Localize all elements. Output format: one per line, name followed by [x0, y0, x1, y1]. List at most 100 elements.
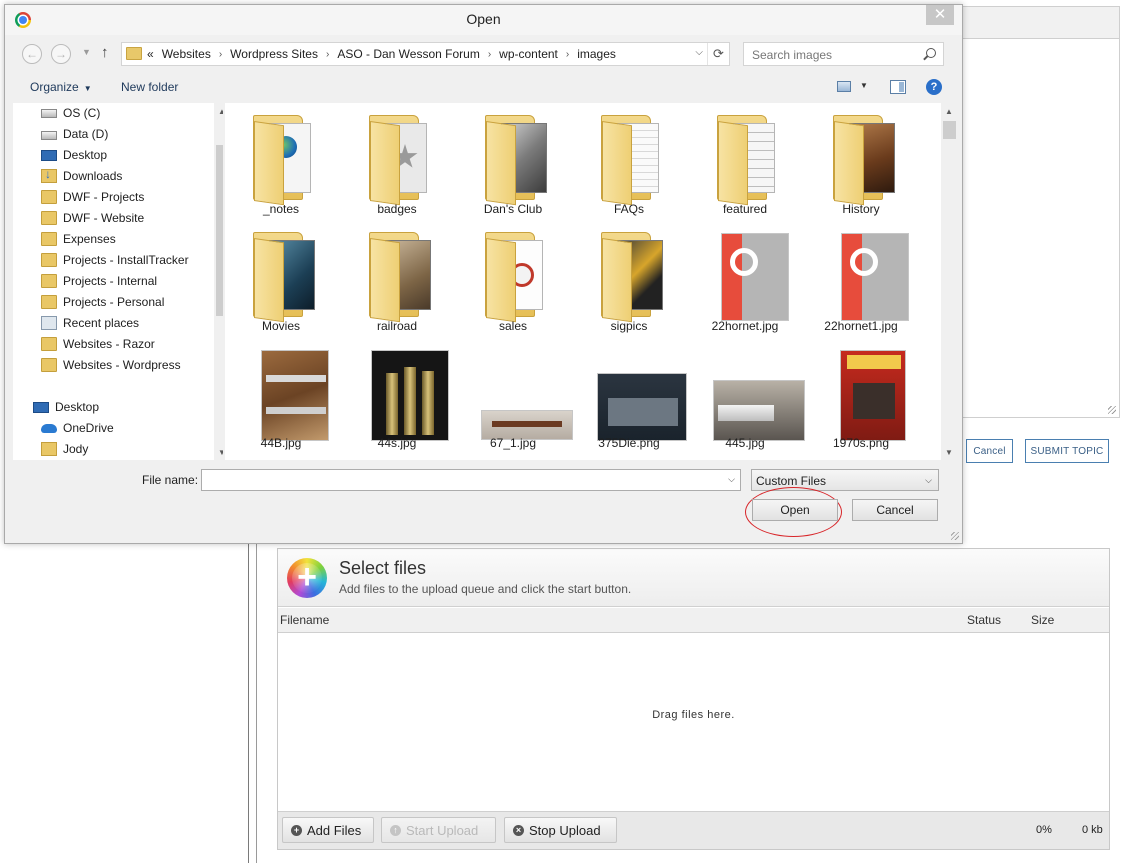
folder-icon — [457, 105, 569, 206]
organize-menu[interactable]: Organize ▼ — [30, 80, 92, 94]
nav-item-desktop-root[interactable]: Desktop — [33, 397, 99, 417]
nav-item-websites-wordpress[interactable]: Websites - Wordpress — [41, 355, 181, 375]
divider — [248, 540, 249, 863]
nav-item-onedrive[interactable]: OneDrive — [41, 418, 114, 438]
search-placeholder: Search images — [752, 48, 833, 62]
breadcrumb-wp-content[interactable]: wp-content — [499, 47, 558, 61]
new-folder-button[interactable]: New folder — [121, 80, 178, 94]
view-options-caret-icon[interactable]: ▼ — [860, 81, 868, 90]
breadcrumb-separator[interactable]: › — [566, 49, 569, 60]
scroll-down-icon[interactable]: ▼ — [218, 448, 223, 457]
up-button[interactable]: ↑ — [101, 44, 109, 61]
chevron-down-icon[interactable]: ⌵ — [728, 474, 735, 485]
breadcrumb-aso-forum[interactable]: ASO - Dan Wesson Forum — [337, 47, 480, 61]
breadcrumb-separator[interactable]: › — [219, 49, 222, 60]
file-item-featured[interactable]: featured — [689, 105, 801, 220]
open-button[interactable]: Open — [752, 499, 838, 521]
scroll-down-icon[interactable]: ▼ — [945, 448, 953, 457]
nav-item-projects-internal[interactable]: Projects - Internal — [41, 271, 157, 291]
file-item-sigpics[interactable]: sigpics — [573, 222, 685, 337]
resize-grip-icon[interactable] — [1108, 406, 1116, 414]
nav-item-recent-places[interactable]: Recent places — [41, 313, 139, 333]
forward-button[interactable]: → — [51, 44, 71, 64]
breadcrumb-websites[interactable]: Websites — [162, 47, 211, 61]
file-item-sales[interactable]: sales — [457, 222, 569, 337]
file-item-22hornet1[interactable]: 22hornet1.jpg — [805, 222, 917, 337]
file-item-1970s[interactable]: 1970s.png — [805, 339, 917, 454]
file-item-22hornet[interactable]: 22hornet.jpg — [689, 222, 801, 337]
file-item-dans-club[interactable]: Dan's Club — [457, 105, 569, 220]
downloads-icon — [41, 167, 57, 183]
resize-grip-icon[interactable] — [951, 532, 959, 540]
scroll-up-icon[interactable]: ▲ — [945, 107, 953, 116]
column-filename: Filename — [280, 613, 330, 627]
nav-item-expenses[interactable]: Expenses — [41, 229, 116, 249]
folder-icon — [225, 222, 337, 323]
breadcrumb-separator[interactable]: › — [326, 49, 329, 60]
nav-item-websites-razor[interactable]: Websites - Razor — [41, 334, 155, 354]
refresh-icon[interactable]: ⟳ — [707, 43, 729, 65]
search-input[interactable]: Search images — [743, 42, 944, 66]
close-button[interactable]: ✕ — [926, 5, 954, 25]
file-item-notes[interactable]: _notes — [225, 105, 337, 220]
nav-item-data-d[interactable]: Data (D) — [41, 124, 108, 144]
breadcrumb-overflow[interactable]: « — [147, 47, 154, 61]
nav-item-dwf-website[interactable]: DWF - Website — [41, 208, 144, 228]
search-icon[interactable] — [926, 48, 936, 58]
scroll-thumb[interactable] — [943, 121, 956, 139]
file-item-badges[interactable]: badges — [341, 105, 453, 220]
nav-item-dwf-projects[interactable]: DWF - Projects — [41, 187, 144, 207]
nav-item-projects-installtracker[interactable]: Projects - InstallTracker — [41, 250, 189, 270]
file-item-44s[interactable]: 44s.jpg — [341, 339, 453, 454]
file-name-input[interactable]: ⌵ — [201, 469, 741, 491]
add-files-icon[interactable]: + — [287, 558, 327, 598]
folder-icon — [41, 337, 57, 351]
back-button[interactable]: ← — [22, 44, 42, 64]
file-item-67-1[interactable]: 67_1.jpg — [457, 339, 573, 454]
file-item-faqs[interactable]: FAQs — [573, 105, 685, 220]
file-item-44b[interactable]: 44B.jpg — [225, 339, 337, 454]
nav-item-downloads[interactable]: Downloads — [41, 166, 122, 186]
drive-icon — [41, 131, 57, 140]
uploader-header: + Select files Add files to the upload q… — [278, 549, 1109, 607]
topic-editor[interactable] — [962, 6, 1120, 418]
scroll-thumb[interactable] — [216, 145, 223, 316]
file-item-375die[interactable]: 375Die.png — [573, 339, 687, 454]
address-bar[interactable]: « Websites › Wordpress Sites › ASO - Dan… — [121, 42, 730, 66]
add-files-button[interactable]: + Add Files — [282, 817, 374, 843]
start-upload-label: Start Upload — [406, 822, 479, 838]
stop-upload-button[interactable]: × Stop Upload — [504, 817, 617, 843]
file-list-scrollbar[interactable]: ▲ ▼ — [941, 103, 958, 460]
nav-item-desktop[interactable]: Desktop — [41, 145, 107, 165]
file-uploader: + Select files Add files to the upload q… — [277, 548, 1110, 850]
file-item-movies[interactable]: Movies — [225, 222, 337, 337]
nav-item-jody[interactable]: Jody — [41, 439, 88, 459]
file-item-445[interactable]: 445.jpg — [689, 339, 805, 454]
scroll-up-icon[interactable]: ▲ — [218, 107, 223, 116]
address-dropdown-icon[interactable]: ⌵ — [695, 47, 703, 58]
breadcrumb-wordpress-sites[interactable]: Wordpress Sites — [230, 47, 318, 61]
nav-item-os-c[interactable]: OS (C) — [41, 103, 100, 123]
dialog-title: Open — [466, 11, 501, 27]
folder-icon — [41, 358, 57, 372]
dialog-title-bar[interactable]: Open ✕ — [5, 5, 962, 35]
nav-item-projects-personal[interactable]: Projects - Personal — [41, 292, 164, 312]
navigation-bar: ← → ▼ ↑ « Websites › Wordpress Sites › A… — [5, 39, 962, 67]
breadcrumb-images[interactable]: images — [577, 47, 616, 61]
change-view-icon[interactable] — [837, 81, 851, 92]
breadcrumb-separator[interactable]: › — [488, 49, 491, 60]
submit-topic-button[interactable]: SUBMIT TOPIC — [1025, 439, 1109, 463]
recent-locations-button[interactable]: ▼ — [82, 47, 91, 57]
start-upload-button[interactable]: ↑ Start Upload — [381, 817, 496, 843]
nav-scrollbar[interactable]: ▲ ▼ — [214, 103, 223, 460]
help-icon[interactable]: ? — [926, 79, 942, 95]
file-item-railroad[interactable]: railroad — [341, 222, 453, 337]
drop-zone-text[interactable]: Drag files here. — [278, 709, 1109, 721]
cancel-topic-button[interactable]: Cancel — [966, 439, 1013, 463]
preview-pane-icon[interactable] — [890, 80, 906, 94]
folder-icon — [41, 211, 57, 225]
file-item-history[interactable]: History — [805, 105, 917, 220]
dialog-toolbar: Organize ▼ New folder ▼ ? — [5, 73, 962, 101]
user-folder-icon — [41, 442, 57, 456]
cancel-button[interactable]: Cancel — [852, 499, 938, 521]
